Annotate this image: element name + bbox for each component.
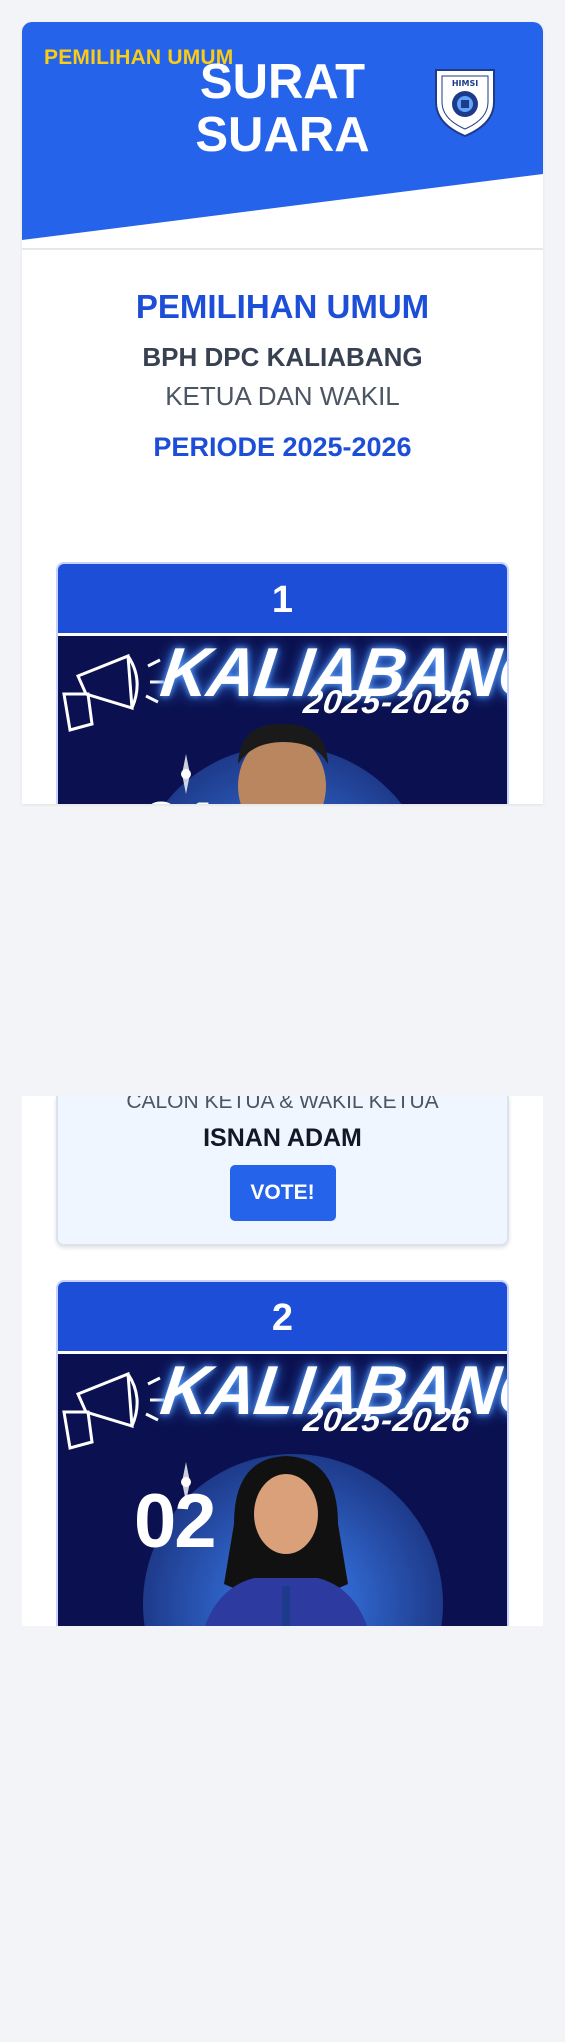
ballot-frame-top: PEMILIHAN UMUM SURAT SUARA HIMSI PEMILIH…: [22, 22, 543, 804]
vote-button[interactable]: VOTE!: [229, 1165, 336, 1221]
candidate-number: 1: [58, 564, 507, 636]
candidate-poster: KALIABANG 2025-2026 01: [58, 636, 507, 804]
candidate-name: ISNAN ADAM: [203, 1124, 362, 1152]
ballot-frame-middle: CALON KETUA & WAKIL KETUA ISNAN ADAM VOT…: [22, 1096, 543, 1626]
logo-label: HIMSI: [452, 79, 478, 88]
period-label: PERIODE 2025-2026: [153, 432, 412, 462]
poster-number: 02: [134, 1479, 217, 1564]
election-info: PEMILIHAN UMUM BPH DPC KALIABANG KETUA D…: [22, 250, 543, 463]
election-heading: PEMILIHAN UMUM: [135, 288, 430, 325]
ballot-header: PEMILIHAN UMUM SURAT SUARA HIMSI: [22, 22, 543, 240]
candidate-poster: KALIABANG 2025-2026 02: [58, 1354, 507, 1626]
candidate-number: 2: [58, 1282, 507, 1354]
organization-name: BPH DPC KALIABANG: [142, 342, 423, 372]
candidate-card-2: 2 KALIABANG 2025-2026 02: [56, 1280, 509, 1626]
candidate-card-1-footer: CALON KETUA & WAKIL KETUA ISNAN ADAM VOT…: [56, 1096, 509, 1246]
poster-year: 2025-2026: [301, 1401, 474, 1438]
himsi-logo: HIMSI: [435, 69, 495, 138]
candidate-role: CALON KETUA & WAKIL KETUA: [126, 1096, 439, 1113]
poster-number: 01: [140, 786, 223, 804]
candidate-card-1: 1 KALIABANG 2025-2026: [56, 562, 509, 804]
poster-year: 2025-2026: [301, 683, 474, 720]
position-label: KETUA DAN WAKIL: [165, 381, 400, 411]
